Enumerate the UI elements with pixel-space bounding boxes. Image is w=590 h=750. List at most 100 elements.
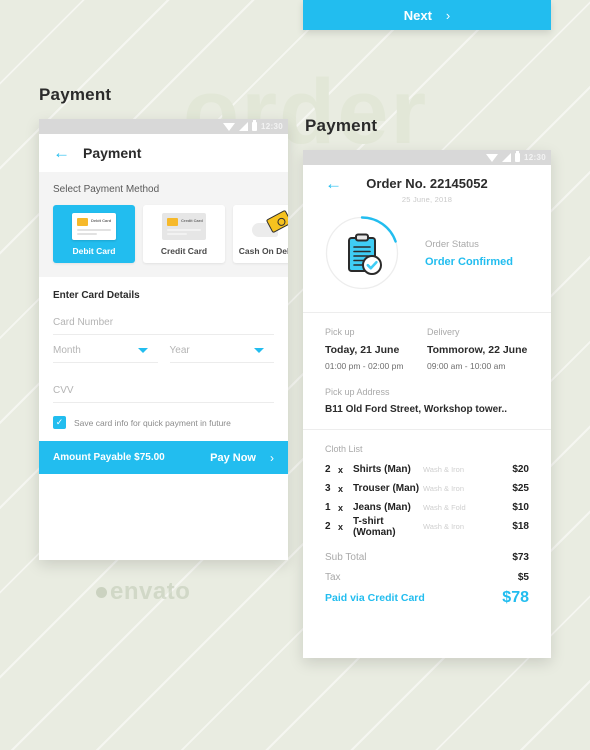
cloth-list-item: 2 x Shirts (Man) Wash & Iron $20 [325,460,529,479]
pay-now-label: Pay Now [210,451,256,464]
item-x: x [338,464,344,475]
chevron-down-icon [254,348,264,353]
item-service: Wash & Iron [423,522,464,531]
item-name: Jeans (Man) [353,502,411,513]
expiry-row: Month Year [53,335,274,369]
cloth-list-item: 1 x Jeans (Man) Wash & Fold $10 [325,498,529,517]
card-details-section: Enter Card Details Card Number Month Yea… [39,277,288,441]
back-arrow-icon[interactable]: ← [325,175,342,192]
order-date: 25 June, 2018 [401,195,453,204]
next-button[interactable]: Next › [303,0,551,30]
order-status-section: Order Status Order Confirmed [303,204,551,312]
tax-label: Tax [325,571,341,583]
paid-value: $78 [502,589,529,606]
item-name: Shirts (Man) [353,464,411,475]
pickup-label: Pick up [325,327,355,337]
page-title-right: Payment [305,116,378,135]
delivery-day: Tommorow, 22 June [427,344,528,356]
card-number-placeholder: Card Number [53,317,114,328]
cloth-list-label: Cloth List [325,444,363,454]
year-select[interactable]: Year [169,345,274,363]
envato-watermark-text: envato [110,578,191,605]
order-header: ← Order No. 22145052 25 June, 2018 [303,165,551,204]
debit-card-icon-text: Debit Card [91,217,112,223]
order-status-value: Order Confirmed [425,255,514,268]
amount-payable-label: Amount Payable $75.00 [53,452,165,463]
save-card-row[interactable]: ✓ Save card info for quick payment in fu… [53,403,274,441]
wifi-icon [223,122,236,131]
order-status-label: Order Status [425,238,479,250]
delivery-block: Delivery Tommorow, 22 June 09:00 am - 10… [427,327,529,371]
signal-icon [239,122,249,131]
subtotal-value: $73 [512,551,529,563]
signal-icon [502,153,512,162]
year-placeholder: Year [169,345,190,356]
item-name: Trouser (Man) [353,483,420,494]
tax-row: Tax $5 [325,568,529,586]
item-x: x [338,483,344,494]
debit-card-icon: Debit Card [72,212,116,240]
chevron-right-icon: › [270,450,274,465]
status-bar-time: 12:30 [261,122,283,131]
payment-method-label: Debit Card [72,245,116,256]
subtotal-label: Sub Total [325,551,367,563]
card-details-title: Enter Card Details [53,290,140,301]
battery-icon [515,151,521,162]
chevron-down-icon [137,348,148,353]
payment-method-cash-on-delivery[interactable]: Cash On Delivery [233,205,288,263]
delivery-label: Delivery [427,327,460,337]
order-detail-screen-mockup: 12:30 ← Order No. 22145052 25 June, 2018 [303,150,551,658]
save-card-label: Save card info for quick payment in futu… [74,417,231,428]
item-name: T-shirt (Woman) [353,515,396,538]
envato-watermark: envato [96,578,190,606]
order-status-progress [325,216,399,290]
payment-method-credit-card[interactable]: Credit Card Credit Card [143,205,225,263]
cvv-input[interactable]: CVV [53,369,274,403]
cloth-list-item: 2 x T-shirt (Woman) Wash & Iron $18 [325,515,529,538]
payment-screen-mockup: 12:30 ← Payment Select Payment Method De… [39,119,288,560]
payment-method-list: Debit Card Debit Card Credit Card Credit… [39,195,288,277]
delivery-window: 09:00 am - 10:00 am [427,361,506,371]
item-qty: 1 [325,502,331,513]
item-qty: 2 [325,464,331,475]
payment-method-label: Cash On Delivery [238,245,288,256]
item-service: Wash & Iron [423,465,464,474]
card-number-input[interactable]: Card Number [53,301,274,335]
item-price: $10 [512,502,529,513]
payment-method-debit-card[interactable]: Debit Card Debit Card [53,205,135,263]
item-x: x [338,502,344,513]
order-status-text: Order Status Order Confirmed [425,239,513,268]
paid-label: Paid via Credit Card [325,592,425,604]
status-bar-time: 12:30 [524,153,546,162]
select-payment-method-label: Select Payment Method [53,184,160,195]
select-payment-method-section: Select Payment Method Debit Card Debit C… [39,172,288,277]
item-x: x [338,521,344,532]
cloth-list-section: Cloth List 2 x Shirts (Man) Wash & Iron … [303,430,551,616]
pay-now-button[interactable]: Pay Now › [210,451,274,465]
payment-method-label: Credit Card [160,245,208,256]
pickup-window: 01:00 pm - 02:00 pm [325,361,404,371]
pickup-block: Pick up Today, 21 June 01:00 pm - 02:00 … [325,327,427,371]
month-select[interactable]: Month [53,345,158,363]
subtotal-row: Sub Total $73 [325,548,529,566]
app-bar: ← Payment [39,134,288,172]
page-title-left: Payment [39,85,112,104]
pickup-day: Today, 21 June [325,344,400,356]
pickup-delivery-section: Pick up Today, 21 June 01:00 pm - 02:00 … [303,313,551,429]
item-price: $25 [512,483,529,494]
item-service: Wash & Fold [423,503,466,512]
item-price: $18 [512,521,529,532]
chevron-right-icon: › [445,7,451,23]
item-service: Wash & Iron [423,484,464,493]
item-qty: 3 [325,483,331,494]
pickup-address-label: Pick up Address [325,387,390,397]
status-bar: 12:30 [39,119,288,134]
credit-card-icon: Credit Card [162,212,206,240]
back-arrow-icon[interactable]: ← [53,144,70,161]
paid-row: Paid via Credit Card $78 [325,586,529,616]
save-card-checkbox[interactable]: ✓ [53,416,66,429]
pay-bar[interactable]: Amount Payable $75.00 Pay Now › [39,441,288,474]
app-bar-title: Payment [83,145,142,161]
status-bar: 12:30 [303,150,551,165]
cloth-list-item: 3 x Trouser (Man) Wash & Iron $25 [325,479,529,498]
